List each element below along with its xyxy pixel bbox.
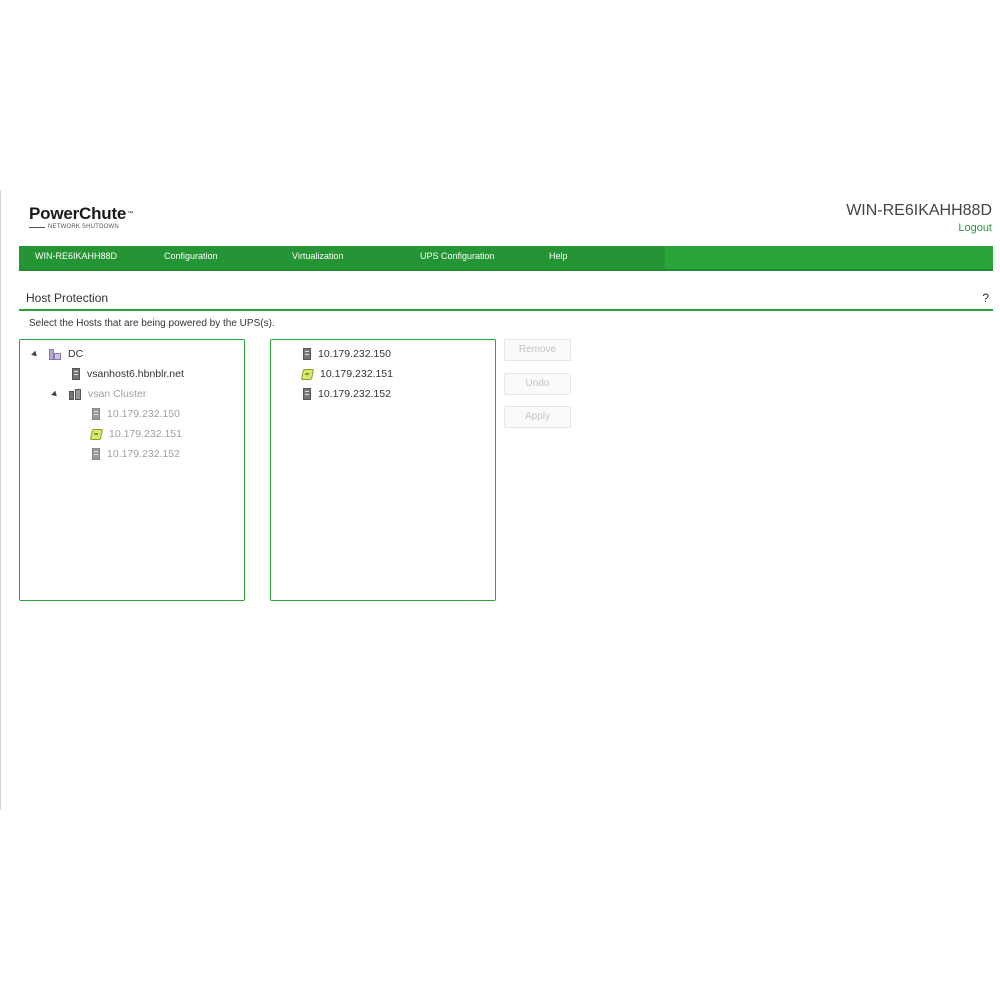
server-icon	[303, 388, 311, 400]
section-divider	[19, 309, 993, 311]
datacenter-icon	[49, 348, 61, 360]
list-item-label: 10.179.232.150	[318, 348, 391, 360]
list-item-label: 10.179.232.152	[318, 388, 391, 400]
page-title: Host Protection	[26, 291, 109, 305]
expand-caret-icon[interactable]	[51, 390, 59, 398]
remove-button[interactable]: Remove	[504, 339, 571, 361]
logo-subtitle: NETWORK SHUTDOWN	[48, 224, 119, 230]
nav-item-host[interactable]: WIN-RE6IKAHH88D	[35, 246, 117, 269]
tree-node-dc[interactable]: DC	[31, 345, 84, 363]
server-icon	[303, 348, 311, 360]
available-hosts-tree[interactable]: DC vsanhost6.hbnblr.net vsan Cluster 10.…	[19, 339, 245, 601]
tree-node-cluster[interactable]: vsan Cluster	[51, 385, 147, 403]
tree-node-label: vsanhost6.hbnblr.net	[87, 368, 184, 380]
help-icon[interactable]: ?	[982, 291, 989, 305]
expand-caret-icon[interactable]	[31, 350, 39, 358]
list-item[interactable]: 10.179.232.150	[303, 345, 391, 363]
server-icon	[72, 368, 80, 380]
apply-button[interactable]: Apply	[504, 406, 571, 428]
server-warning-icon	[300, 368, 315, 380]
app-window: PowerChute™ NETWORK SHUTDOWN WIN-RE6IKAH…	[0, 190, 1000, 810]
main-nav-bar: WIN-RE6IKAHH88D Configuration Virtualiza…	[19, 246, 993, 271]
tree-node-label: 10.179.232.150	[107, 408, 180, 420]
list-item[interactable]: 10.179.232.151	[300, 365, 393, 383]
logout-link[interactable]: Logout	[958, 222, 992, 234]
logo-dash	[29, 226, 45, 228]
selected-hosts-list[interactable]: 10.179.232.150 10.179.232.151 10.179.232…	[270, 339, 496, 601]
tree-node-host[interactable]: 10.179.232.151	[89, 425, 182, 443]
nav-item-ups-configuration[interactable]: UPS Configuration	[420, 246, 495, 269]
nav-item-configuration[interactable]: Configuration	[164, 246, 218, 269]
tree-node-label: 10.179.232.151	[109, 428, 182, 440]
powerchute-logo: PowerChute™ NETWORK SHUTDOWN	[29, 205, 169, 230]
header-hostname: WIN-RE6IKAHH88D	[846, 202, 992, 219]
tree-node-label: 10.179.232.152	[107, 448, 180, 460]
logo-trademark: ™	[127, 211, 133, 217]
server-icon	[92, 408, 100, 420]
logo-title: PowerChute	[29, 204, 127, 223]
tree-node-label: vsan Cluster	[88, 388, 147, 400]
nav-item-help[interactable]: Help	[549, 246, 568, 269]
tree-node-host[interactable]: 10.179.232.150	[92, 405, 180, 423]
list-item-label: 10.179.232.151	[320, 368, 393, 380]
server-warning-icon	[89, 428, 104, 440]
tree-node-label: DC	[68, 348, 84, 360]
server-icon	[92, 448, 100, 460]
cluster-icon	[69, 388, 81, 400]
instructions-text: Select the Hosts that are being powered …	[29, 318, 275, 329]
tree-node-host[interactable]: 10.179.232.152	[92, 445, 180, 463]
undo-button[interactable]: Undo	[504, 373, 571, 395]
list-item[interactable]: 10.179.232.152	[303, 385, 391, 403]
nav-item-virtualization[interactable]: Virtualization	[292, 246, 343, 269]
tree-node-standalone-host[interactable]: vsanhost6.hbnblr.net	[72, 365, 184, 383]
